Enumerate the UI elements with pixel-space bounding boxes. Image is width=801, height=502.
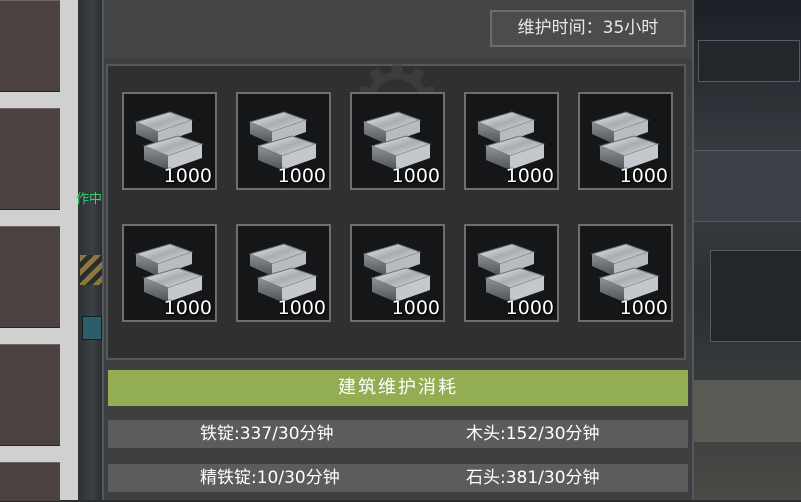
inventory-slot[interactable] xyxy=(0,344,60,446)
working-status-label: 作中 xyxy=(76,192,103,207)
item-slot[interactable]: 1000 xyxy=(578,224,673,322)
building-block xyxy=(698,40,800,82)
consumption-wood: 木头:152/30分钟 xyxy=(466,424,600,444)
item-slot[interactable]: 1000 xyxy=(122,224,217,322)
item-quantity: 1000 xyxy=(163,297,212,319)
item-slot[interactable]: 1000 xyxy=(236,224,331,322)
item-quantity: 1000 xyxy=(619,297,668,319)
left-background xyxy=(78,0,102,500)
item-slot[interactable]: 1000 xyxy=(122,92,217,190)
consumption-title: 建筑维护消耗 xyxy=(108,370,688,406)
building-block xyxy=(710,250,801,342)
item-quantity: 1000 xyxy=(277,165,326,187)
left-inventory-strip xyxy=(0,0,78,502)
right-background xyxy=(690,0,801,500)
consumption-stone: 石头:381/30分钟 xyxy=(466,468,600,488)
item-slot[interactable]: 1000 xyxy=(578,92,673,190)
inventory-slot[interactable] xyxy=(0,0,60,92)
item-slot[interactable]: 1000 xyxy=(236,92,331,190)
consumption-row: 铁锭:337/30分钟 木头:152/30分钟 xyxy=(108,420,688,448)
maintenance-panel: 维护时间：35小时 ⚙ 1000 xyxy=(102,0,694,500)
hazard-stripe xyxy=(80,255,102,285)
consumption-refined-iron: 精铁锭:10/30分钟 xyxy=(200,468,340,488)
building-block xyxy=(690,380,801,442)
maintenance-time-display: 维护时间：35小时 xyxy=(490,10,686,47)
machine-indicator xyxy=(82,316,102,340)
building-block xyxy=(690,150,801,222)
item-grid: ⚙ 1000 xyxy=(106,49,686,360)
consumption-iron-ingot: 铁锭:337/30分钟 xyxy=(200,424,334,444)
inventory-slot[interactable] xyxy=(0,226,60,328)
inventory-slot[interactable] xyxy=(0,108,60,210)
item-quantity: 1000 xyxy=(619,165,668,187)
item-slot[interactable]: 1000 xyxy=(464,224,559,322)
item-slot[interactable]: 1000 xyxy=(350,92,445,190)
item-slot[interactable]: 1000 xyxy=(350,224,445,322)
item-slot[interactable]: 1000 xyxy=(464,92,559,190)
item-quantity: 1000 xyxy=(163,165,212,187)
inventory-slot[interactable] xyxy=(0,462,60,502)
item-quantity: 1000 xyxy=(277,297,326,319)
item-quantity: 1000 xyxy=(391,297,440,319)
item-quantity: 1000 xyxy=(505,165,554,187)
consumption-row: 精铁锭:10/30分钟 石头:381/30分钟 xyxy=(108,464,688,492)
item-quantity: 1000 xyxy=(391,165,440,187)
item-quantity: 1000 xyxy=(505,297,554,319)
